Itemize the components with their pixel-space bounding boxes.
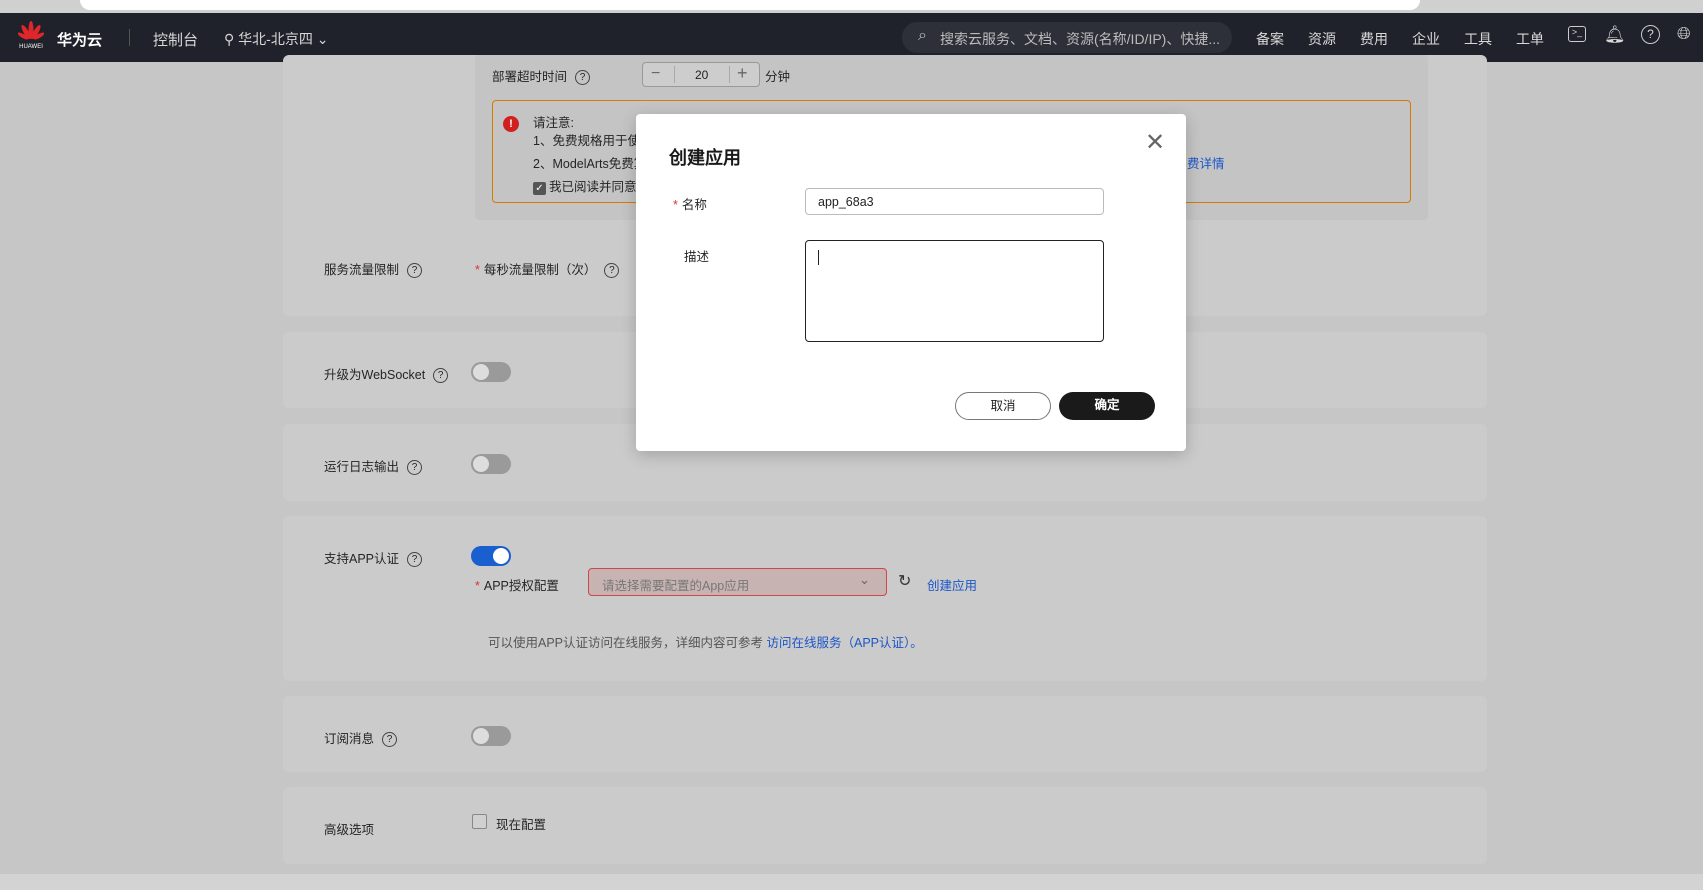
- search-icon: ⌕: [918, 27, 927, 44]
- log-output-toggle[interactable]: [471, 454, 511, 474]
- help-icon[interactable]: ?: [382, 732, 398, 748]
- app-auth-toggle[interactable]: [471, 546, 511, 566]
- logo-text: HUAWEI: [19, 44, 43, 50]
- flow-limit-label: 服务流量限制?: [324, 259, 423, 279]
- app-select-dropdown[interactable]: 请选择需要配置的App应用 ⌄: [588, 568, 887, 596]
- name-input-value: app_68a3: [818, 195, 874, 209]
- brand-name[interactable]: 华为云: [57, 29, 102, 50]
- close-icon[interactable]: ✕: [1145, 131, 1165, 155]
- checkbox-checked-icon: ✓: [533, 182, 546, 195]
- huawei-logo-icon: [17, 21, 45, 40]
- app-auth-doc-link[interactable]: 访问在线服务（APP认证）: [767, 636, 911, 650]
- console-link[interactable]: 控制台: [153, 29, 198, 50]
- help-icon[interactable]: ?: [575, 70, 591, 86]
- bottom-bar: [0, 874, 1703, 890]
- timeout-label: 部署超时时间?: [492, 66, 591, 86]
- subscribe-label: 订阅消息?: [324, 728, 398, 748]
- globe-icon[interactable]: 🌐︎: [1677, 24, 1691, 44]
- timeout-unit: 分钟: [765, 70, 791, 84]
- description-label: 描述: [684, 250, 710, 264]
- notice-agree-checkbox[interactable]: ✓ 我已阅读并同意: [533, 176, 637, 195]
- billing-details-link[interactable]: 费详情: [1187, 153, 1225, 172]
- chevron-down-icon: ⌄: [312, 31, 329, 47]
- nav-link-tickets[interactable]: 工单: [1516, 29, 1544, 49]
- help-icon[interactable]: ?: [407, 460, 423, 476]
- terminal-icon[interactable]: >_: [1568, 26, 1586, 42]
- description-textarea[interactable]: [805, 240, 1104, 342]
- stepper-divider: [674, 66, 675, 83]
- app-auth-card: [283, 516, 1487, 681]
- search-placeholder: 搜索云服务、文档、资源(名称/ID/IP)、快捷...: [940, 31, 1220, 47]
- create-app-dialog: 创建应用 ✕ * 名称 app_68a3 描述 取消 确定: [636, 114, 1186, 451]
- help-icon[interactable]: ?: [407, 263, 423, 279]
- timeout-stepper[interactable]: − 20 +: [642, 62, 760, 87]
- nav-link-beian[interactable]: 备案: [1256, 29, 1284, 49]
- search-input[interactable]: ⌕ 搜索云服务、文档、资源(名称/ID/IP)、快捷...: [902, 22, 1232, 53]
- configure-now-checkbox[interactable]: [472, 814, 487, 829]
- notice-line-1: 1、免费规格用于使: [533, 134, 640, 148]
- help-icon[interactable]: ?: [604, 263, 620, 279]
- location-pin-icon: ⚲: [224, 31, 239, 47]
- timeout-value[interactable]: 20: [695, 68, 708, 82]
- subscribe-toggle[interactable]: [471, 726, 511, 746]
- configure-now-label[interactable]: 现在配置: [496, 814, 546, 833]
- app-auth-hint: 可以使用APP认证访问在线服务，详细内容可参考 访问在线服务（APP认证）。: [488, 636, 923, 650]
- bell-icon[interactable]: 🔔︎: [1604, 25, 1626, 45]
- qps-limit-label: * 每秒流量限制（次）?: [475, 259, 620, 279]
- error-icon: !: [503, 116, 519, 132]
- log-output-label: 运行日志输出?: [324, 456, 423, 476]
- advanced-card: [283, 787, 1487, 864]
- address-bar[interactable]: [80, 0, 1420, 10]
- nav-link-billing[interactable]: 费用: [1360, 29, 1388, 49]
- confirm-button[interactable]: 确定: [1059, 392, 1155, 420]
- dialog-title: 创建应用: [669, 148, 741, 168]
- help-icon[interactable]: ?: [407, 552, 423, 568]
- divider: [129, 29, 130, 46]
- nav-link-tools[interactable]: 工具: [1464, 29, 1492, 49]
- huawei-logo[interactable]: HUAWEI: [16, 21, 46, 55]
- name-input[interactable]: app_68a3: [805, 188, 1104, 215]
- subscribe-card: [283, 696, 1487, 772]
- nav-link-resources[interactable]: 资源: [1308, 29, 1336, 49]
- advanced-label: 高级选项: [324, 823, 375, 837]
- websocket-toggle[interactable]: [471, 362, 511, 382]
- websocket-label: 升级为WebSocket?: [324, 364, 449, 384]
- create-app-link[interactable]: 创建应用: [927, 575, 977, 594]
- refresh-icon[interactable]: ↻: [898, 571, 911, 591]
- name-label: * 名称: [673, 198, 707, 212]
- notice-title: 请注意:: [533, 116, 574, 130]
- minus-icon[interactable]: −: [651, 65, 660, 83]
- region-selector[interactable]: ⚲ 华北-北京四 ⌄: [224, 29, 328, 49]
- app-config-label: * APP授权配置: [475, 579, 559, 593]
- cancel-button[interactable]: 取消: [955, 392, 1051, 420]
- chevron-down-icon: ⌄: [859, 572, 870, 587]
- nav-link-enterprise[interactable]: 企业: [1412, 29, 1440, 49]
- notice-line-2: 2、ModelArts免费算: [533, 157, 647, 171]
- region-label: 华北-北京四: [238, 31, 313, 47]
- help-icon[interactable]: ?: [1641, 25, 1660, 44]
- stepper-divider: [729, 66, 730, 83]
- help-icon[interactable]: ?: [433, 368, 449, 384]
- app-auth-label: 支持APP认证?: [324, 548, 423, 568]
- app-select-placeholder: 请选择需要配置的App应用: [602, 579, 750, 593]
- plus-icon[interactable]: +: [737, 63, 748, 84]
- browser-strip: [0, 0, 1703, 13]
- text-cursor: [818, 250, 819, 265]
